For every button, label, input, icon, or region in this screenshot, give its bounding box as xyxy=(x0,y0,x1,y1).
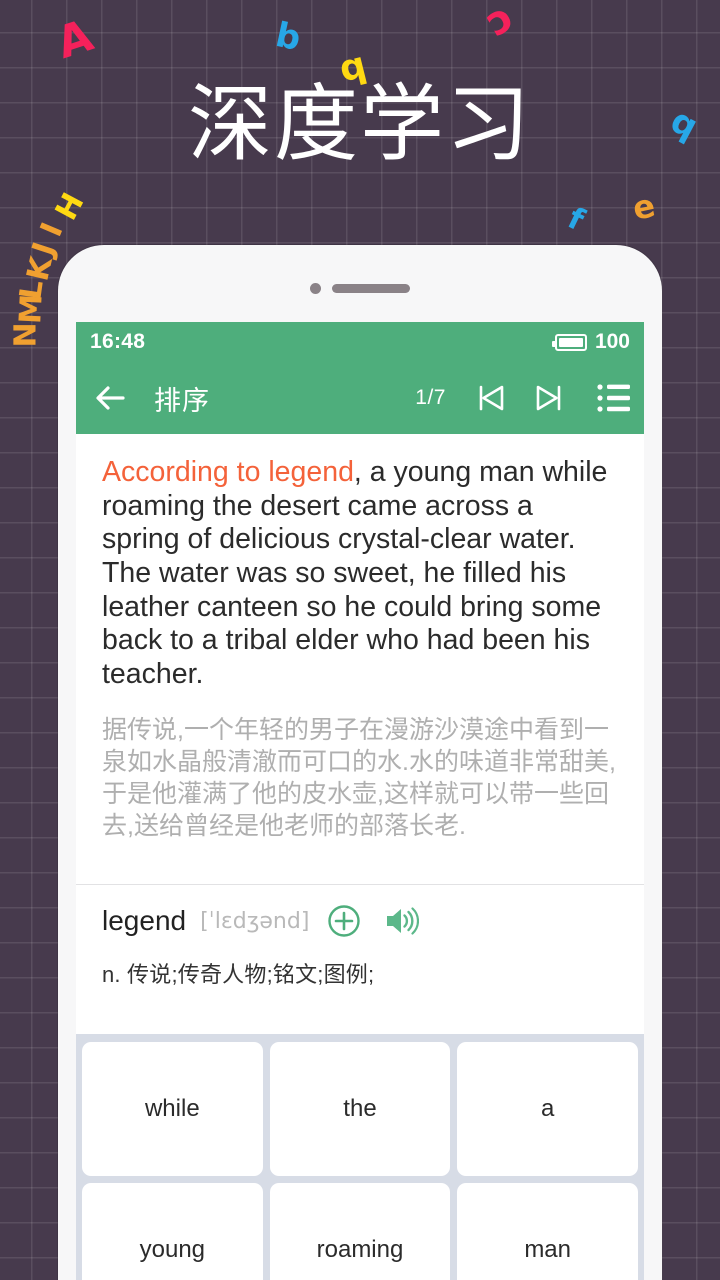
list-menu-icon[interactable] xyxy=(596,381,630,415)
arc-letter: M xyxy=(13,293,50,325)
camera-dot-icon xyxy=(310,283,321,294)
poster-title: 深度学习 xyxy=(187,75,532,173)
passage-english: According to legend, a young man while r… xyxy=(102,456,618,691)
dictionary-card: legend [ˈlɛdʒənd] n. 传说;传奇人物;铭文;图例; xyxy=(76,884,644,1034)
plus-circle-icon[interactable] xyxy=(327,904,361,938)
arc-letter: I xyxy=(33,217,71,242)
arc-letter: H xyxy=(48,187,92,227)
word-tile[interactable]: roaming xyxy=(269,1183,451,1280)
status-time: 16:48 xyxy=(90,330,146,353)
battery-full-icon xyxy=(551,333,587,351)
phone-mockup: 16:48 100 排序 1/7 According to legend, a … xyxy=(58,245,662,1280)
app-bar: 排序 1/7 xyxy=(76,362,644,434)
battery-level-label: 100 xyxy=(594,330,630,353)
dictionary-word: legend xyxy=(102,905,187,936)
decorative-letter: e xyxy=(629,186,659,228)
decorative-letter: A xyxy=(50,10,99,70)
dictionary-header: legend [ˈlɛdʒənd] xyxy=(102,903,618,939)
back-arrow-icon[interactable] xyxy=(90,378,130,418)
arc-letter: N xyxy=(8,322,44,348)
poster-background: Abqcqef HIJKLMN 深度学习 16:48 100 排序 1/7 Ac… xyxy=(0,0,720,1280)
passage-area: According to legend, a young man while r… xyxy=(76,434,644,884)
page-title: 排序 xyxy=(154,385,210,416)
phone-top-hardware xyxy=(58,283,662,294)
skip-previous-icon[interactable] xyxy=(472,379,510,417)
page-counter: 1/7 xyxy=(415,386,446,409)
skip-next-icon[interactable] xyxy=(530,379,568,417)
volume-speaker-icon[interactable] xyxy=(383,903,420,939)
passage-english-rest: , a young man while roaming the desert c… xyxy=(102,456,608,690)
decorative-letter: c xyxy=(479,0,523,50)
status-bar: 16:48 100 xyxy=(76,322,644,362)
dictionary-phonetic: [ˈlɛdʒənd] xyxy=(200,908,310,934)
earpiece-speaker-icon xyxy=(332,284,410,293)
dictionary-definition: n. 传说;传奇人物;铭文;图例; xyxy=(102,962,375,987)
status-bar-right: 100 xyxy=(551,330,630,354)
passage-chinese: 据传说,一个年轻的男子在漫游沙漠途中看到一泉如水晶般清澈而可口的水.水的味道非常… xyxy=(102,716,616,840)
word-tile[interactable]: young xyxy=(82,1183,263,1280)
word-tile-grid: while the a young roaming man xyxy=(76,1034,644,1280)
decorative-letter: f xyxy=(562,200,590,239)
decorative-letter: b xyxy=(272,14,305,60)
word-tile[interactable]: a xyxy=(457,1042,638,1176)
word-tile[interactable]: while xyxy=(82,1042,263,1176)
app-screen: 16:48 100 排序 1/7 According to legend, a … xyxy=(76,322,644,1280)
word-tile[interactable]: the xyxy=(269,1042,451,1176)
word-tile[interactable]: man xyxy=(457,1183,638,1280)
passage-highlight[interactable]: According to legend xyxy=(102,456,354,488)
